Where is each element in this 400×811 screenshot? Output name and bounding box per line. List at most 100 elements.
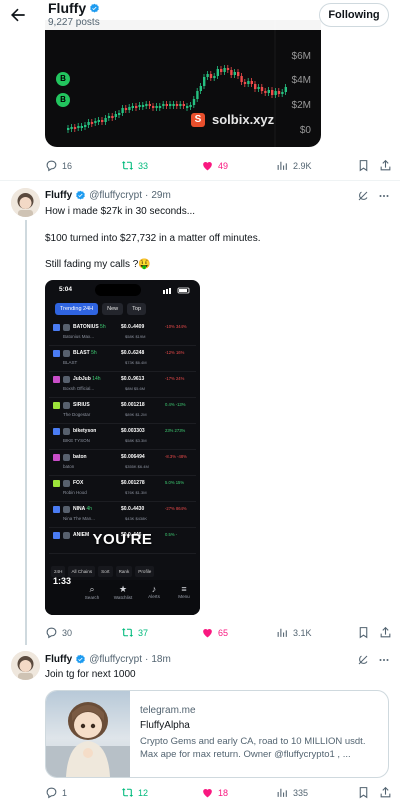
separator-dot: ·	[144, 190, 149, 201]
candle	[237, 72, 240, 76]
grok-icon[interactable]	[357, 654, 369, 666]
candle	[267, 90, 270, 93]
token-price: $0.001278	[121, 480, 145, 486]
candle	[189, 105, 192, 107]
watermark-text: solbix.xyz	[212, 112, 275, 127]
buy-badge: B	[56, 93, 70, 107]
repost-button[interactable]: 12	[121, 786, 148, 799]
candle	[94, 121, 97, 123]
candle	[243, 82, 247, 84]
bookmark-icon[interactable]	[357, 159, 370, 172]
reply-icon	[46, 160, 57, 172]
share-icon[interactable]	[379, 786, 392, 799]
token-avatar	[63, 376, 70, 383]
back-arrow-icon[interactable]	[8, 5, 28, 25]
candle	[209, 74, 213, 78]
author-name[interactable]: Fluffy	[45, 654, 72, 665]
candle	[206, 74, 209, 77]
candle	[104, 118, 107, 122]
phone-nav-search: ⌕ Search	[84, 584, 100, 600]
candle	[264, 91, 267, 93]
token-price: $0.001218	[121, 402, 145, 408]
chain-icon	[53, 402, 60, 409]
repost-count: 12	[138, 787, 149, 798]
chart-image[interactable]: $6M $4M $2M $0 B B S solbix.xyz	[45, 20, 321, 147]
candle	[226, 68, 230, 70]
token-price: $0.0₄9613	[121, 376, 145, 382]
verified-icon	[76, 190, 86, 200]
token-name: Boxsh Official...	[63, 386, 95, 391]
candle	[186, 106, 189, 108]
repost-icon	[121, 161, 134, 170]
views-count: 2.9K	[293, 160, 312, 171]
candle	[70, 127, 73, 129]
like-count: 18	[218, 787, 229, 798]
token-row: biketyson BIKE TYSON $0.003303 $58K $3.3M 2…	[49, 424, 196, 450]
token-symbol: baton	[73, 454, 87, 460]
views-button[interactable]: 2.9K	[276, 159, 312, 172]
candle	[114, 114, 117, 117]
post-time[interactable]: 29m	[151, 190, 170, 201]
like-button[interactable]: 18	[201, 786, 228, 799]
token-name: Nina The Man...	[63, 516, 95, 521]
heart-icon	[203, 628, 212, 638]
link-card-image	[46, 691, 130, 777]
token-price: $0.006494	[121, 454, 145, 460]
reply-button[interactable]: 1	[45, 786, 67, 799]
author-handle[interactable]: @fluffycrypt	[89, 654, 142, 665]
following-button[interactable]: Following	[319, 3, 389, 27]
more-icon[interactable]	[378, 190, 390, 202]
post-time[interactable]: 18m	[151, 654, 170, 665]
token-symbol: SIRIUS	[73, 402, 90, 408]
grok-icon[interactable]	[357, 190, 369, 202]
share-icon[interactable]	[379, 626, 392, 639]
candle	[73, 127, 77, 129]
token-change: 23% 273%	[165, 428, 186, 433]
avatar[interactable]	[11, 651, 40, 680]
candle	[230, 70, 233, 75]
author-name[interactable]: Fluffy	[45, 190, 72, 201]
token-avatar	[63, 428, 70, 435]
repost-button[interactable]: 33	[121, 159, 148, 172]
like-button[interactable]: 49	[201, 159, 228, 172]
candle	[192, 99, 196, 105]
bookmark-icon[interactable]	[357, 626, 370, 639]
post-header: Fluffy @fluffycrypt · 29m	[45, 190, 171, 201]
phone-toolbar-item: Rank	[115, 566, 133, 577]
like-button[interactable]: 65	[201, 626, 228, 639]
candle	[223, 68, 226, 72]
avatar[interactable]	[11, 188, 40, 217]
repost-button[interactable]: 37	[121, 626, 148, 639]
token-avatar	[63, 402, 70, 409]
post-media-video[interactable]: 5:04 Trending 24H New Top BATONIUS 5h Bat…	[45, 280, 200, 615]
author-handle[interactable]: @fluffycrypt	[89, 190, 142, 201]
candle	[281, 92, 284, 94]
share-icon[interactable]	[379, 159, 392, 172]
token-price: $0.0₄4409	[121, 324, 145, 330]
candle	[179, 104, 182, 106]
post-header: Fluffy @fluffycrypt · 18m	[45, 654, 171, 665]
token-symbol: BATONIUS 5h	[73, 324, 106, 330]
candle	[77, 126, 80, 128]
token-change: 5.0% 15%	[165, 480, 185, 485]
y-label: $6M	[291, 51, 311, 62]
candle	[80, 126, 83, 128]
phone-nav-alerts: ♪ Alerts	[148, 584, 160, 599]
reply-button[interactable]: 16	[45, 159, 72, 172]
reply-icon	[46, 787, 57, 799]
reply-button[interactable]: 30	[45, 626, 72, 639]
phone-nav-watchlist: ★ Watchlist	[113, 584, 133, 600]
candle	[250, 81, 253, 84]
views-button[interactable]: 335	[276, 786, 308, 799]
token-stats: $58K $19M	[125, 334, 146, 339]
candle	[213, 76, 216, 78]
candle	[145, 104, 148, 106]
chain-icon	[53, 454, 60, 461]
token-avatar	[63, 324, 70, 331]
bookmark-icon[interactable]	[357, 786, 370, 799]
link-card[interactable]: telegram.me FluffyAlpha Crypto Gems and …	[45, 690, 389, 778]
phone-tab: New	[102, 303, 124, 315]
more-icon[interactable]	[378, 654, 390, 666]
views-button[interactable]: 3.1K	[276, 626, 312, 639]
chain-icon	[53, 506, 60, 513]
